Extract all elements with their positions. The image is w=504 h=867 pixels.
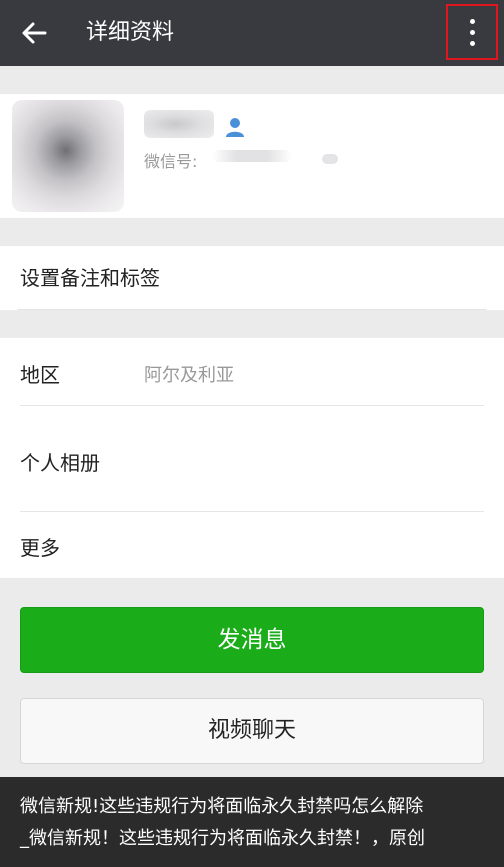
info-group: 地区 阿尔及利亚 个人相册 更多 — [0, 338, 504, 578]
more-label: 更多 — [20, 536, 60, 560]
set-remarks-label: 设置备注和标签 — [20, 266, 160, 290]
wechat-id-blurred-fragment — [322, 154, 338, 164]
caption-overlay: 微信新规!这些违规行为将面临永久封禁吗怎么解除 _微信新规！这些违规行为将面临永… — [0, 777, 504, 867]
divider — [18, 309, 486, 310]
nickname-blurred — [144, 110, 214, 138]
more-options-button[interactable] — [446, 4, 498, 60]
profile-page: 详细资料 微信号: 设置备注和标签 地区 阿尔及利亚 个人相册 更多 发消息 视… — [0, 0, 504, 867]
album-row[interactable]: 个人相册 — [0, 406, 504, 512]
album-label: 个人相册 — [20, 451, 100, 475]
avatar[interactable] — [12, 100, 124, 212]
more-vertical-icon-dot — [469, 40, 475, 46]
wechat-id-blurred — [212, 150, 292, 162]
send-message-button[interactable]: 发消息 — [20, 607, 484, 673]
back-button[interactable] — [14, 14, 54, 52]
title-bar: 详细资料 — [0, 0, 504, 66]
wechat-id-label: 微信号: — [144, 152, 198, 171]
more-row[interactable]: 更多 — [0, 512, 504, 578]
region-value: 阿尔及利亚 — [144, 365, 234, 386]
profile-card: 微信号: — [0, 94, 504, 218]
page-title: 详细资料 — [86, 20, 175, 45]
set-remarks-row[interactable]: 设置备注和标签 — [0, 246, 504, 310]
region-label: 地区 — [20, 363, 60, 387]
caption-line-1: 微信新规!这些违规行为将面临永久封禁吗怎么解除 — [20, 796, 424, 817]
more-vertical-icon — [469, 18, 475, 24]
video-chat-button[interactable]: 视频聊天 — [20, 698, 484, 764]
more-vertical-icon-dot — [469, 29, 475, 35]
caption-line-2: _微信新规！这些违规行为将面临永久封禁！，原创 — [20, 828, 425, 849]
person-icon — [226, 118, 244, 137]
region-row[interactable]: 地区 阿尔及利亚 — [0, 338, 504, 406]
arrow-left-icon — [22, 22, 47, 44]
